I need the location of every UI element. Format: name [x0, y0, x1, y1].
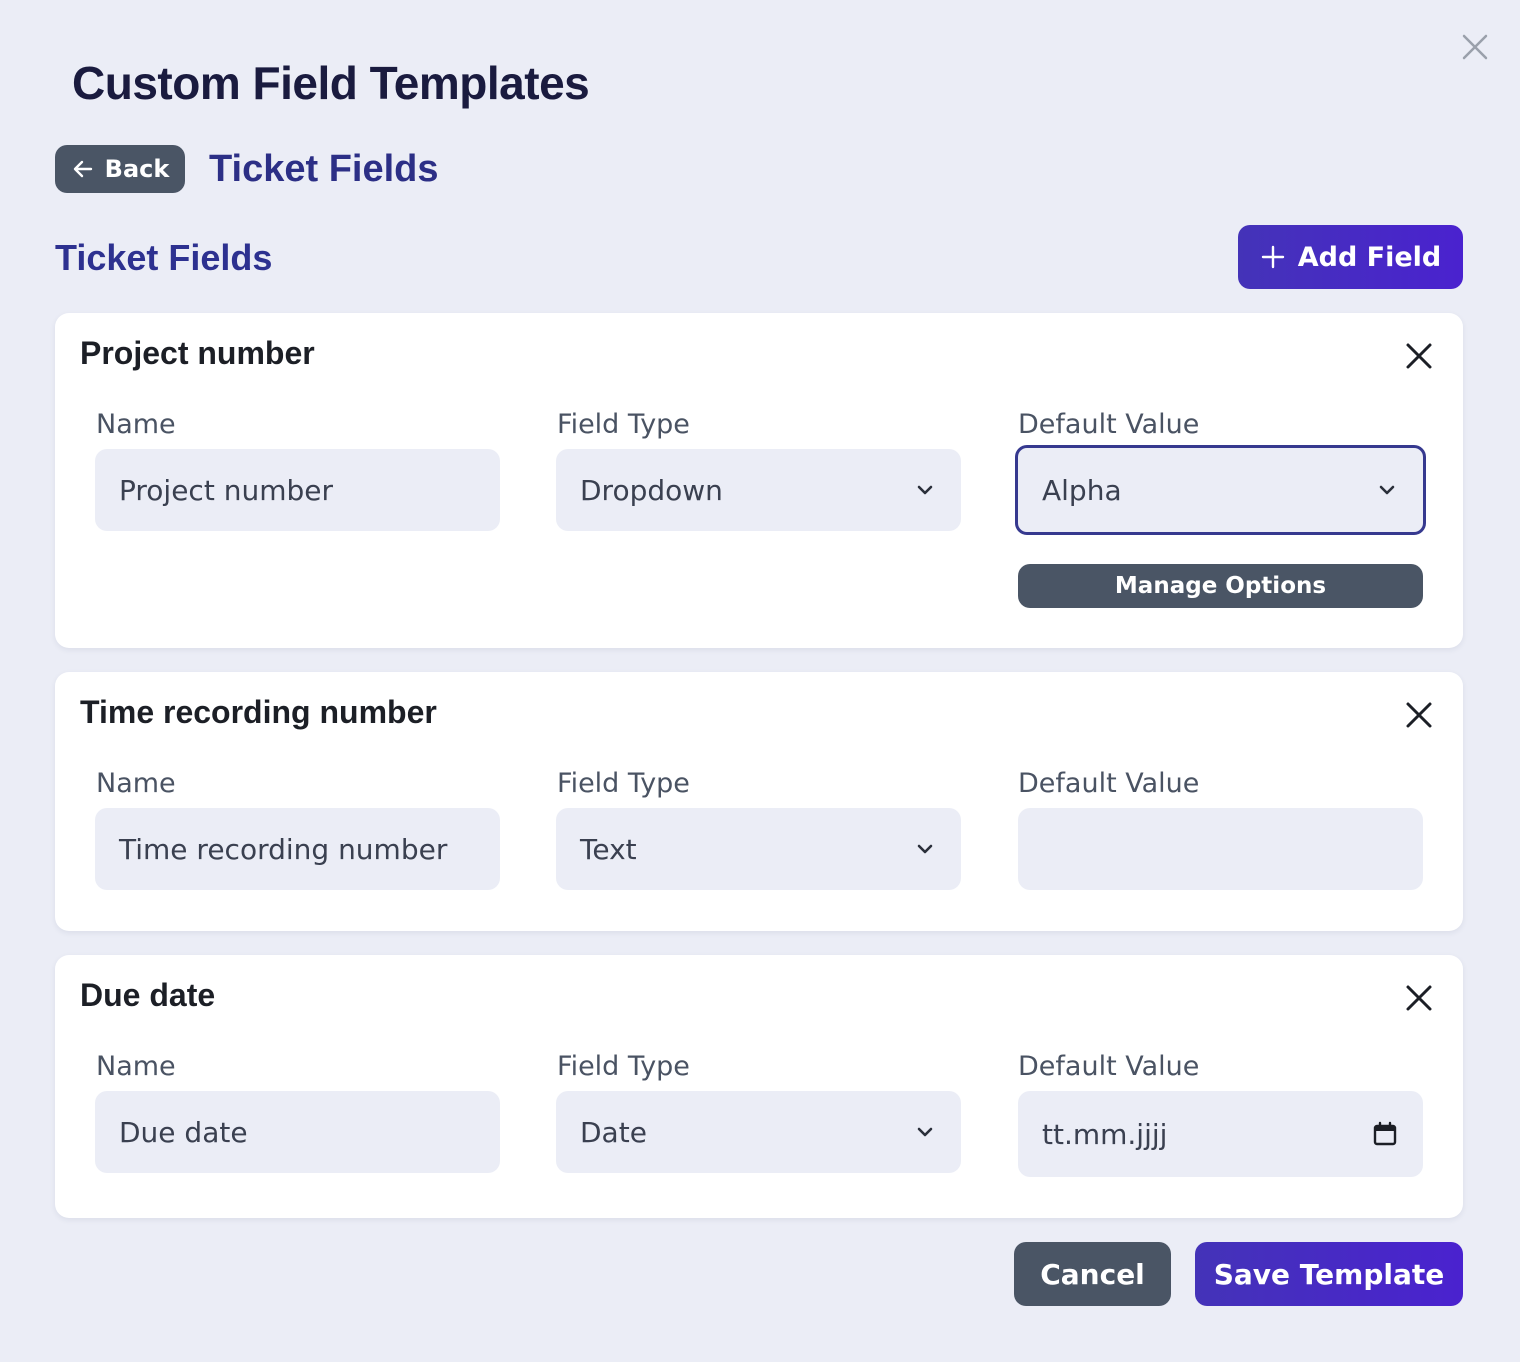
back-button[interactable]: Back	[55, 145, 185, 193]
default-value-label: Default Value	[1018, 1051, 1200, 1082]
name-input-value: Time recording number	[119, 832, 448, 866]
field-card-title: Due date	[80, 977, 216, 1013]
plus-icon	[1261, 245, 1284, 269]
default-value-date-input[interactable]: tt.mm.jjjj	[1018, 1091, 1423, 1177]
section-title: Ticket Fields	[55, 237, 273, 278]
name-input-value: Due date	[119, 1115, 248, 1149]
back-button-label: Back	[104, 155, 170, 183]
remove-field-icon[interactable]	[1404, 983, 1434, 1013]
field-type-value: Text	[580, 832, 637, 866]
field-card-project-number: Project number Name Field Type Default V…	[55, 313, 1463, 648]
breadcrumb-title: Ticket Fields	[209, 147, 439, 190]
close-icon[interactable]	[1458, 30, 1492, 64]
name-label: Name	[96, 409, 176, 440]
calendar-icon[interactable]	[1371, 1120, 1399, 1148]
field-type-label: Field Type	[557, 768, 690, 799]
field-type-select[interactable]: Text	[556, 808, 961, 890]
field-card-title: Time recording number	[80, 694, 437, 730]
default-value-input[interactable]	[1018, 808, 1423, 890]
save-template-button[interactable]: Save Template	[1195, 1242, 1463, 1306]
name-input[interactable]: Due date	[95, 1091, 500, 1173]
chevron-down-icon	[1379, 485, 1395, 495]
name-label: Name	[96, 1051, 176, 1082]
custom-field-templates-modal: Custom Field Templates Back Ticket Field…	[0, 0, 1520, 1362]
remove-field-icon[interactable]	[1404, 700, 1434, 730]
name-input-value: Project number	[119, 473, 333, 507]
field-card-due-date: Due date Name Field Type Default Value D…	[55, 955, 1463, 1218]
remove-field-icon[interactable]	[1404, 341, 1434, 371]
arrow-left-icon	[73, 160, 92, 178]
manage-options-button[interactable]: Manage Options	[1018, 564, 1423, 608]
field-card-title: Project number	[80, 335, 315, 371]
chevron-down-icon	[917, 1127, 933, 1137]
field-type-value: Dropdown	[580, 473, 723, 507]
field-type-label: Field Type	[557, 1051, 690, 1082]
date-placeholder: tt.mm.jjjj	[1042, 1117, 1168, 1151]
chevron-down-icon	[917, 844, 933, 854]
field-type-value: Date	[580, 1115, 647, 1149]
add-field-label: Add Field	[1297, 241, 1442, 273]
field-type-select[interactable]: Date	[556, 1091, 961, 1173]
name-label: Name	[96, 768, 176, 799]
name-input[interactable]: Project number	[95, 449, 500, 531]
field-type-select[interactable]: Dropdown	[556, 449, 961, 531]
default-value-label: Default Value	[1018, 409, 1200, 440]
field-type-label: Field Type	[557, 409, 690, 440]
default-value-select[interactable]: Alpha	[1015, 445, 1426, 535]
chevron-down-icon	[917, 485, 933, 495]
name-input[interactable]: Time recording number	[95, 808, 500, 890]
add-field-button[interactable]: Add Field	[1238, 225, 1463, 289]
default-value-value: Alpha	[1042, 473, 1122, 507]
field-card-time-recording-number: Time recording number Name Field Type De…	[55, 672, 1463, 931]
cancel-button[interactable]: Cancel	[1014, 1242, 1171, 1306]
default-value-label: Default Value	[1018, 768, 1200, 799]
page-title: Custom Field Templates	[72, 57, 590, 109]
